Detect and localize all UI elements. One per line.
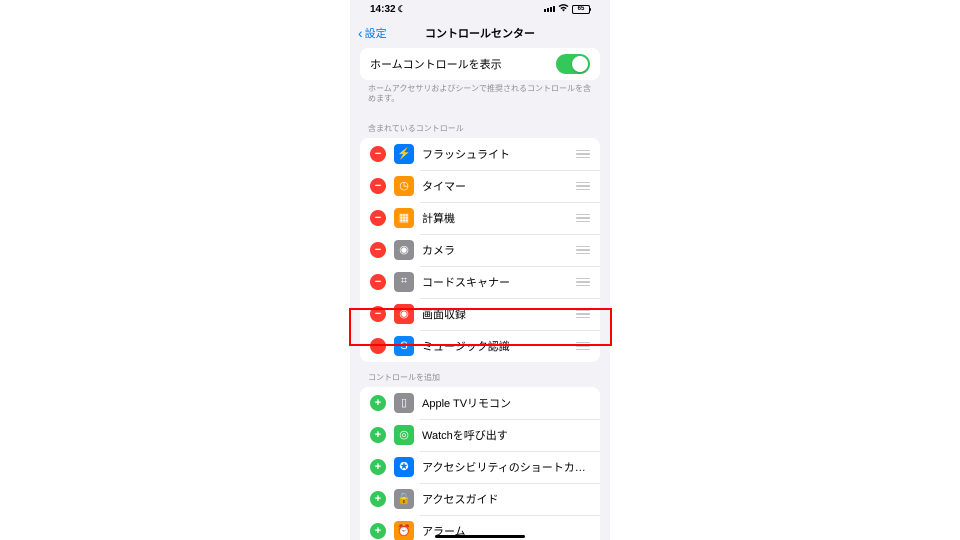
included-control-row: −⚡ フラッシュライト — [360, 138, 600, 170]
home-control-footer: ホームアクセサリおよびシーンで推奨されるコントロールを含めます。 — [350, 80, 610, 113]
do-not-disturb-icon: ☾ — [398, 4, 406, 15]
app-icon: S — [394, 336, 414, 356]
add-button[interactable]: + — [370, 427, 386, 443]
add-button[interactable]: + — [370, 395, 386, 411]
control-label: アクセシビリティのショートカ… — [422, 459, 590, 475]
included-control-row: −◷ タイマー — [360, 170, 600, 202]
more-control-row: + ◎ Watchを呼び出す — [360, 419, 600, 451]
drag-handle-icon[interactable] — [576, 246, 590, 255]
drag-handle-icon[interactable] — [576, 342, 590, 351]
control-label: タイマー — [422, 178, 576, 194]
home-control-row: ホームコントロールを表示 — [360, 48, 600, 80]
included-control-row: −▦ 計算機 — [360, 202, 600, 234]
more-header: コントロールを追加 — [350, 362, 610, 387]
included-control-row: −◉ カメラ — [360, 234, 600, 266]
app-icon: ◉ — [394, 240, 414, 260]
remove-button[interactable]: − — [370, 242, 386, 258]
app-icon: ◎ — [394, 425, 414, 445]
included-controls-list: −⚡フラッシュライト−◷タイマー−▦計算機−◉カメラ−⌗コードスキャナー−◉画面… — [360, 138, 600, 362]
drag-handle-icon[interactable] — [576, 310, 590, 319]
included-control-row: −◉ 画面収録 — [360, 298, 600, 330]
home-control-label: ホームコントロールを表示 — [370, 56, 556, 72]
back-button[interactable]: ‹ 設定 — [358, 25, 387, 41]
more-control-row: + ▯ Apple TVリモコン — [360, 387, 600, 419]
remove-button[interactable]: − — [370, 306, 386, 322]
add-button[interactable]: + — [370, 523, 386, 539]
control-label: Watchを呼び出す — [422, 427, 590, 443]
remove-button[interactable]: − — [370, 338, 386, 354]
included-header: 含まれているコントロール — [350, 113, 610, 138]
drag-handle-icon[interactable] — [576, 278, 590, 287]
app-icon: ▯ — [394, 393, 414, 413]
remove-button[interactable]: − — [370, 178, 386, 194]
app-icon: ⌗ — [394, 272, 414, 292]
control-label: アクセスガイド — [422, 491, 590, 507]
chevron-left-icon: ‹ — [358, 26, 363, 40]
remove-button[interactable]: − — [370, 146, 386, 162]
app-icon: ✪ — [394, 457, 414, 477]
home-control-card: ホームコントロールを表示 — [360, 48, 600, 80]
drag-handle-icon[interactable] — [576, 150, 590, 159]
phone-frame: 14:32 ☾ 65 ‹ 設定 コントロールセンター ホームコントロールを表示 … — [350, 0, 610, 540]
back-label: 設定 — [365, 25, 387, 41]
control-label: コードスキャナー — [422, 274, 576, 290]
drag-handle-icon[interactable] — [576, 182, 590, 191]
remove-button[interactable]: − — [370, 274, 386, 290]
app-icon: ◷ — [394, 176, 414, 196]
drag-handle-icon[interactable] — [576, 214, 590, 223]
more-controls-list: + ▯ Apple TVリモコン + ◎ Watchを呼び出す + ✪ アクセシビリティのショー… — [360, 387, 600, 540]
app-icon: ▦ — [394, 208, 414, 228]
wifi-icon — [558, 4, 569, 14]
app-icon: ⚡ — [394, 144, 414, 164]
battery-icon: 65 — [572, 5, 590, 14]
status-time: 14:32 — [370, 4, 396, 15]
control-label: 画面収録 — [422, 306, 576, 322]
app-icon: ⏰ — [394, 521, 414, 540]
control-label: フラッシュライト — [422, 146, 576, 162]
app-icon: 🔒 — [394, 489, 414, 509]
cellular-signal-icon — [544, 6, 555, 12]
add-button[interactable]: + — [370, 459, 386, 475]
page-title: コントロールセンター — [350, 25, 610, 41]
more-control-row: + 🔒 アクセスガイド — [360, 483, 600, 515]
nav-bar: ‹ 設定 コントロールセンター — [350, 18, 610, 48]
control-label: カメラ — [422, 242, 576, 258]
control-label: 計算機 — [422, 210, 576, 226]
app-icon: ◉ — [394, 304, 414, 324]
remove-button[interactable]: − — [370, 210, 386, 226]
control-label: Apple TVリモコン — [422, 395, 590, 411]
included-control-row: −⌗ コードスキャナー — [360, 266, 600, 298]
home-control-toggle[interactable] — [556, 54, 590, 74]
add-button[interactable]: + — [370, 491, 386, 507]
more-control-row: + ✪ アクセシビリティのショートカ… — [360, 451, 600, 483]
control-label: ミュージック認識 — [422, 338, 576, 354]
status-bar: 14:32 ☾ 65 — [350, 0, 610, 18]
included-control-row: −S ミュージック認識 — [360, 330, 600, 362]
content-scroll[interactable]: ホームコントロールを表示 ホームアクセサリおよびシーンで推奨されるコントロールを… — [350, 48, 610, 540]
home-indicator — [435, 535, 525, 538]
